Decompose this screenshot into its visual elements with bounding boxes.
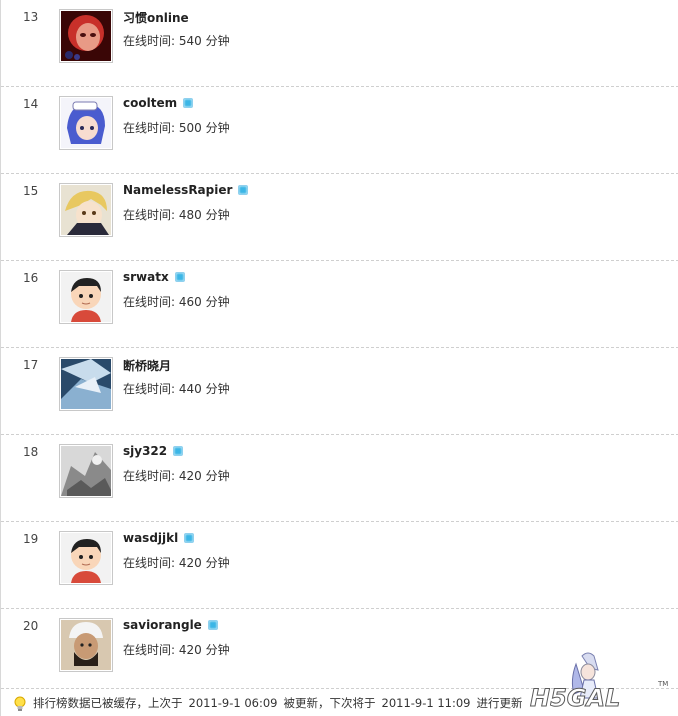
watermark-text: H5GAL <box>530 684 620 712</box>
username-link[interactable]: 习惯online <box>123 9 189 26</box>
ranking-row-19: 19 wasdjjkl 在线时间: 420 分钟 <box>1 521 678 608</box>
user-avatar[interactable] <box>59 531 113 585</box>
online-time: 在线时间: 540 分钟 <box>123 34 230 48</box>
username-link[interactable]: NamelessRapier <box>123 183 249 197</box>
online-time: 在线时间: 420 分钟 <box>123 556 230 570</box>
user-avatar[interactable] <box>59 357 113 411</box>
username-link[interactable]: cooltem <box>123 96 194 110</box>
rank-number: 15 <box>23 184 39 198</box>
online-time: 在线时间: 500 分钟 <box>123 121 230 135</box>
avatar-image <box>61 185 111 235</box>
avatar-image <box>61 359 111 409</box>
ranking-row-16: 16 srwatx 在线时间: 460 分钟 <box>1 260 678 347</box>
ranking-list: 13 习惯online 在线时间: 540 分钟 14 cooltem 在线时间… <box>1 0 678 695</box>
lightbulb-icon <box>14 696 26 711</box>
ranking-row-18: 18 sjy322 在线时间: 420 分钟 <box>1 434 678 521</box>
avatar-image <box>61 98 111 148</box>
online-time: 在线时间: 420 分钟 <box>123 469 230 483</box>
username-link[interactable]: sjy322 <box>123 444 184 458</box>
rank-number: 13 <box>23 10 39 24</box>
user-avatar[interactable] <box>59 618 113 672</box>
user-avatar[interactable] <box>59 183 113 237</box>
trademark-mark: TM <box>657 680 668 688</box>
status-badge-icon <box>183 98 194 108</box>
ranking-row-14: 14 cooltem 在线时间: 500 分钟 <box>1 86 678 173</box>
username-link[interactable]: 断桥晓月 <box>123 357 171 374</box>
user-avatar[interactable] <box>59 444 113 498</box>
cache-notice-text: 排行榜数据已被缓存，上次于 2011-9-1 06:09 被更新，下次将于 2011-… <box>33 695 523 711</box>
online-time: 在线时间: 420 分钟 <box>123 643 230 657</box>
rank-number: 18 <box>23 445 39 459</box>
ranking-row-17: 17 断桥晓月 在线时间: 440 分钟 <box>1 347 678 434</box>
rank-number: 16 <box>23 271 39 285</box>
ranking-panel: 13 习惯online 在线时间: 540 分钟 14 cooltem 在线时间… <box>0 0 678 716</box>
user-avatar[interactable] <box>59 96 113 150</box>
online-time: 在线时间: 440 分钟 <box>123 382 230 396</box>
rank-number: 14 <box>23 97 39 111</box>
cache-text-mid: 被更新，下次将于 <box>283 696 376 710</box>
username-link[interactable]: saviorangle <box>123 618 218 632</box>
avatar-image <box>61 533 111 583</box>
rank-number: 20 <box>23 619 39 633</box>
last-update-time: 2011-9-1 06:09 <box>188 696 278 710</box>
avatar-image <box>61 11 111 61</box>
username-link[interactable]: srwatx <box>123 270 185 284</box>
online-time: 在线时间: 460 分钟 <box>123 295 230 309</box>
online-time: 在线时间: 480 分钟 <box>123 208 230 222</box>
username-link[interactable]: wasdjjkl <box>123 531 195 545</box>
next-update-time: 2011-9-1 11:09 <box>381 696 471 710</box>
cache-text-suffix: 进行更新 <box>476 696 523 710</box>
avatar-image <box>61 620 111 670</box>
user-avatar[interactable] <box>59 9 113 63</box>
cache-text-prefix: 排行榜数据已被缓存，上次于 <box>33 696 183 710</box>
ranking-row-15: 15 NamelessRapier 在线时间: 480 分钟 <box>1 173 678 260</box>
rank-number: 19 <box>23 532 39 546</box>
h5gal-watermark-logo: H5GAL TM <box>530 652 668 713</box>
rank-number: 17 <box>23 358 39 372</box>
status-badge-icon <box>238 185 249 195</box>
status-badge-icon <box>174 272 185 282</box>
status-badge-icon <box>207 620 218 630</box>
avatar-image <box>61 272 111 322</box>
status-badge-icon <box>184 533 195 543</box>
avatar-image <box>61 446 111 496</box>
status-badge-icon <box>173 446 184 456</box>
user-avatar[interactable] <box>59 270 113 324</box>
ranking-row-13: 13 习惯online 在线时间: 540 分钟 <box>1 0 678 86</box>
